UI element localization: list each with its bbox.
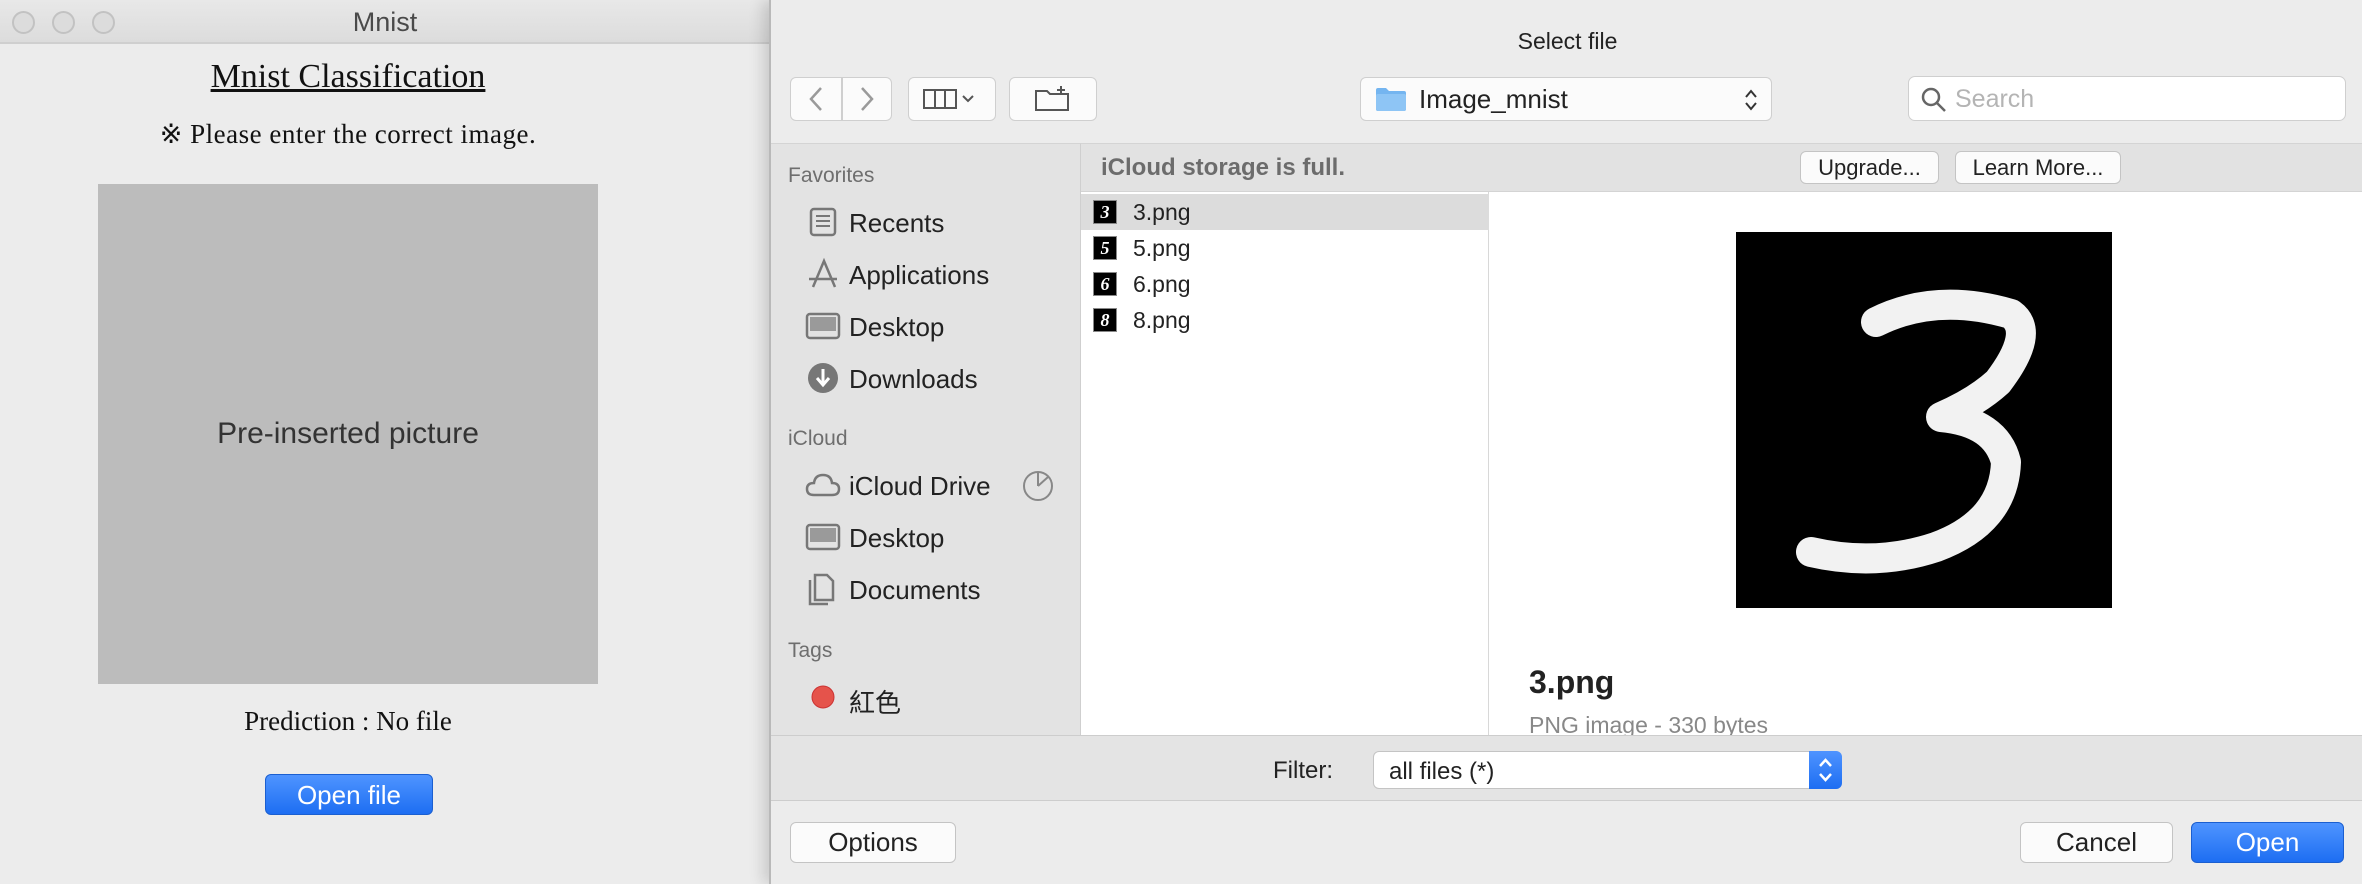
- desktop-icon: [805, 312, 841, 340]
- column-view-icon: [923, 89, 974, 109]
- forward-button[interactable]: [842, 77, 892, 121]
- image-thumbnail-icon: 5: [1093, 236, 1117, 260]
- mnist-window: Mnist Mnist Classification ※ Please ente…: [0, 0, 770, 884]
- mnist-titlebar: Mnist: [0, 0, 770, 44]
- icloud-icon: [805, 473, 841, 497]
- image-thumbnail-icon: 8: [1093, 308, 1117, 332]
- sidebar-item-label: Recents: [849, 208, 945, 238]
- image-thumbnail-icon: 3: [1093, 200, 1117, 224]
- chevron-updown-icon: [1745, 89, 1757, 111]
- documents-icon: [808, 573, 835, 606]
- sidebar-item-recents[interactable]: Recents: [771, 199, 1079, 245]
- search-input[interactable]: [1955, 83, 2335, 115]
- chevron-right-icon: [861, 87, 874, 111]
- sidebar-section-favorites: Favorites: [788, 164, 875, 187]
- icloud-storage-banner: iCloud storage is full. Upgrade... Learn…: [1081, 143, 2362, 192]
- back-button[interactable]: [790, 77, 842, 121]
- downloads-icon: [808, 363, 838, 393]
- file-preview-pane: 3.png PNG image - 330 bytes: [1489, 192, 2362, 738]
- file-row[interactable]: 6 6.png: [1081, 266, 1489, 302]
- tag-color-dot-icon: [811, 685, 835, 709]
- filter-value: all files (*): [1389, 758, 1495, 785]
- new-folder-button[interactable]: [1009, 77, 1097, 121]
- file-list: 3 3.png 5 5.png 6 6.png 8 8.png: [1081, 192, 1489, 735]
- image-thumbnail-icon: 6: [1093, 272, 1117, 296]
- sidebar: Favorites Recents Applications Desktop D…: [771, 143, 1081, 735]
- sidebar-item-icloud-drive[interactable]: iCloud Drive: [771, 462, 1079, 508]
- preview-file-name: 3.png: [1529, 664, 1615, 700]
- file-name: 6.png: [1133, 271, 1191, 297]
- sidebar-item-tag-red[interactable]: 紅色: [771, 674, 1079, 720]
- folder-icon: [1376, 88, 1406, 111]
- file-dialog: Select file Image_mnist Search Favorites…: [769, 0, 2362, 884]
- file-row[interactable]: 5 5.png: [1081, 230, 1489, 266]
- sidebar-item-label: Desktop: [849, 312, 945, 342]
- storage-progress-icon: [1023, 471, 1053, 501]
- sidebar-item-label: iCloud Drive: [849, 471, 991, 501]
- chevron-left-icon: [809, 87, 822, 111]
- sidebar-item-applications[interactable]: Applications: [771, 251, 1079, 297]
- sidebar-item-label: Applications: [849, 260, 990, 290]
- sidebar-item-label: Downloads: [849, 364, 978, 394]
- sidebar-item-label: 紅色: [849, 688, 902, 718]
- search-icon: [1921, 87, 1946, 112]
- open-file-button[interactable]: Open file: [265, 774, 433, 815]
- options-button[interactable]: Options: [790, 822, 956, 863]
- applications-icon: [809, 257, 837, 288]
- location-popup[interactable]: Image_mnist: [1360, 77, 1772, 121]
- open-button[interactable]: Open: [2191, 822, 2344, 863]
- desktop-icon: [805, 523, 841, 551]
- chevron-updown-icon: [1819, 758, 1832, 782]
- cancel-button[interactable]: Cancel: [2020, 822, 2173, 863]
- sidebar-item-label: Documents: [849, 575, 981, 605]
- sidebar-item-documents[interactable]: Documents: [771, 566, 1079, 612]
- sidebar-item-label: Desktop: [849, 523, 945, 553]
- digit-preview-graphic: [1796, 289, 2036, 574]
- filter-label: Filter:: [1273, 757, 1333, 784]
- sidebar-section-icloud: iCloud: [788, 427, 848, 450]
- sidebar-section-tags: Tags: [788, 639, 833, 662]
- recents-icon: [809, 207, 837, 237]
- sidebar-item-desktop[interactable]: Desktop: [771, 303, 1079, 349]
- window-title: Mnist: [352, 7, 418, 37]
- file-name: 5.png: [1133, 235, 1191, 261]
- instruction-note: ※ Please enter the correct image.: [159, 119, 537, 149]
- image-preview-box: Pre-inserted picture: [98, 184, 598, 684]
- new-folder-icon: [1035, 86, 1069, 111]
- preview-image: [1736, 232, 2112, 608]
- location-label: Image_mnist: [1419, 83, 1568, 114]
- file-row[interactable]: 8 8.png: [1081, 302, 1489, 338]
- file-name: 3.png: [1133, 199, 1191, 225]
- filter-select[interactable]: all files (*): [1373, 751, 1842, 789]
- view-mode-button[interactable]: [908, 77, 996, 121]
- filter-bar: Filter: all files (*): [771, 735, 2362, 801]
- icloud-storage-message: iCloud storage is full.: [1101, 154, 1346, 181]
- placeholder-image-text: Pre-inserted picture: [217, 417, 479, 450]
- search-field: [1908, 76, 2346, 121]
- sidebar-item-downloads[interactable]: Downloads: [771, 355, 1079, 401]
- file-row[interactable]: 3 3.png: [1081, 194, 1489, 230]
- sidebar-item-icloud-desktop[interactable]: Desktop: [771, 514, 1079, 560]
- dialog-title: Select file: [1517, 28, 1618, 54]
- app-heading: Mnist Classification: [210, 58, 486, 95]
- file-name: 8.png: [1133, 307, 1191, 333]
- learn-more-button[interactable]: Learn More...: [1955, 151, 2121, 184]
- filter-dropdown-button[interactable]: [1809, 751, 1842, 789]
- prediction-label: Prediction : No file: [244, 706, 452, 736]
- upgrade-button[interactable]: Upgrade...: [1800, 151, 1939, 184]
